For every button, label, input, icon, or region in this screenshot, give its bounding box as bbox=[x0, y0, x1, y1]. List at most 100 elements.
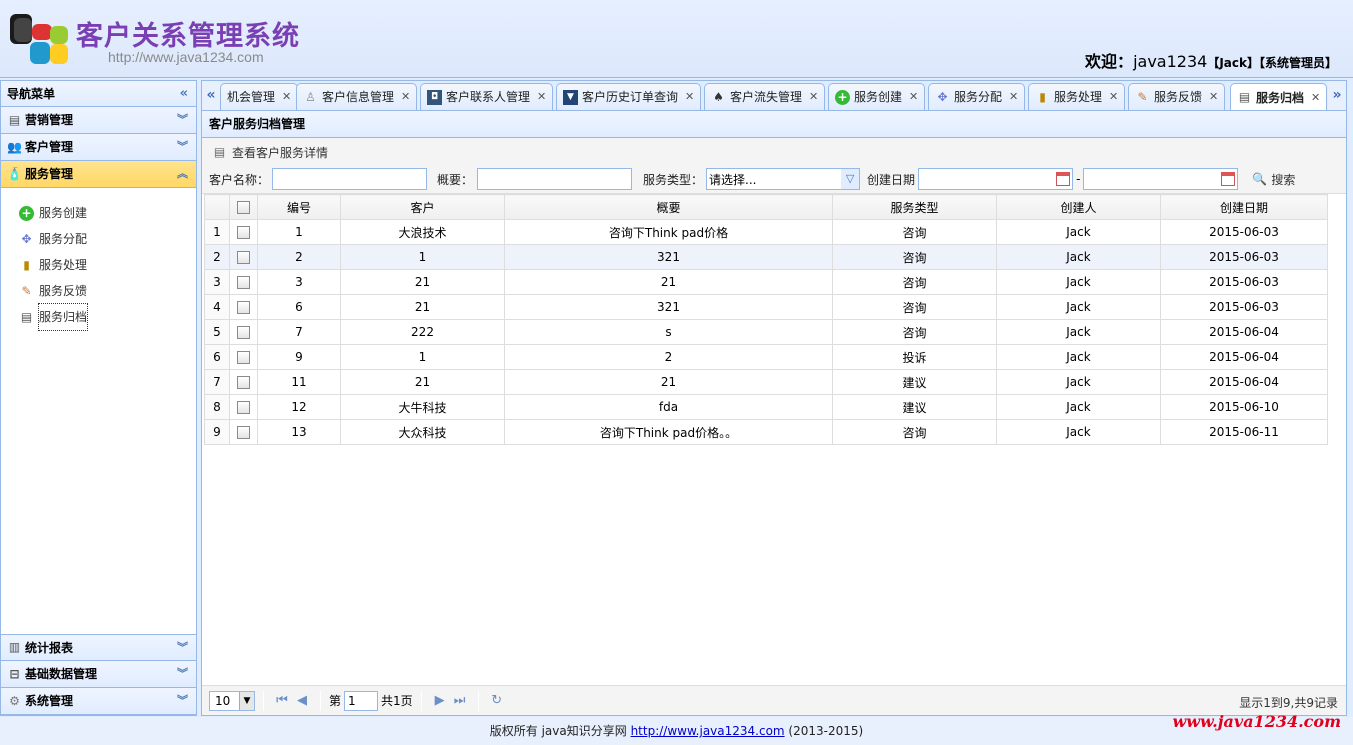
tab-service-assign[interactable]: ✥ 服务分配 ✕ bbox=[928, 83, 1026, 110]
tab-customer-contact[interactable]: ◘ 客户联系人管理 ✕ bbox=[420, 83, 554, 110]
bottle-icon: ▮ bbox=[23, 257, 30, 272]
close-icon[interactable]: ✕ bbox=[809, 84, 818, 110]
row-checkbox[interactable] bbox=[229, 319, 258, 345]
menu-item-service-create[interactable]: + 服务创建 bbox=[1, 200, 196, 226]
row-checkbox[interactable] bbox=[229, 394, 258, 420]
refresh-icon[interactable]: ↻ bbox=[487, 693, 507, 708]
calendar-icon[interactable] bbox=[1221, 172, 1236, 186]
close-icon[interactable]: ✕ bbox=[282, 84, 291, 110]
first-page-icon[interactable]: ⏮ bbox=[272, 693, 292, 708]
table-row[interactable]: 6 9 1 2 投诉 Jack 2015-06-04 bbox=[204, 344, 1328, 370]
chevron-down-icon[interactable]: ︾ bbox=[177, 635, 188, 661]
close-icon[interactable]: ✕ bbox=[401, 84, 410, 110]
prev-page-icon[interactable]: ◀ bbox=[292, 693, 312, 708]
cell-creator: Jack bbox=[996, 294, 1161, 320]
row-number-header bbox=[204, 194, 230, 220]
sidebar-section-marketing[interactable]: ▤ 营销管理 ︾ bbox=[1, 107, 196, 134]
sidebar-section-label: 统计报表 bbox=[25, 640, 74, 655]
view-detail-button[interactable]: ▤ 查看客户服务详情 bbox=[212, 144, 328, 161]
row-checkbox[interactable] bbox=[229, 244, 258, 270]
app-title: 客户关系管理系统 bbox=[76, 21, 300, 52]
sidebar-title-label: 导航菜单 bbox=[7, 87, 56, 101]
row-checkbox[interactable] bbox=[229, 369, 258, 395]
tab-service-feedback[interactable]: ✎ 服务反馈 ✕ bbox=[1128, 83, 1226, 110]
column-header-customer[interactable]: 客户 bbox=[340, 194, 505, 220]
column-header-date[interactable]: 创建日期 bbox=[1160, 194, 1328, 220]
tab-customer-loss[interactable]: ♠ 客户流失管理 ✕ bbox=[704, 83, 826, 110]
sidebar-section-service[interactable]: 🧴 服务管理 ︽ bbox=[1, 161, 196, 188]
close-icon[interactable]: ✕ bbox=[1109, 84, 1118, 110]
menu-item-service-feedback[interactable]: ✎ 服务反馈 bbox=[1, 278, 196, 304]
footer-link[interactable]: http://www.java1234.com bbox=[631, 724, 785, 738]
last-page-icon[interactable]: ⏭ bbox=[450, 693, 470, 708]
row-checkbox[interactable] bbox=[229, 269, 258, 295]
table-row[interactable]: 7 11 21 21 建议 Jack 2015-06-04 bbox=[204, 369, 1328, 395]
cell-summary: 21 bbox=[504, 269, 833, 295]
table-row[interactable]: 4 6 21 321 咨询 Jack 2015-06-03 bbox=[204, 294, 1328, 320]
table-row[interactable]: 3 3 21 21 咨询 Jack 2015-06-03 bbox=[204, 269, 1328, 295]
table-row[interactable]: 9 13 大众科技 咨询下Think pad价格。。 咨询 Jack 2015-… bbox=[204, 419, 1328, 445]
row-checkbox[interactable] bbox=[229, 294, 258, 320]
page-size-select[interactable]: 10 ▼ bbox=[209, 690, 255, 711]
tab-customer-info[interactable]: ♙ 客户信息管理 ✕ bbox=[296, 83, 418, 110]
chevron-down-icon[interactable]: ︾ bbox=[177, 107, 188, 133]
cell-type: 投诉 bbox=[832, 344, 997, 370]
table-row[interactable]: 2 2 1 321 咨询 Jack 2015-06-03 bbox=[204, 244, 1328, 270]
page-number-input[interactable]: 1 bbox=[344, 690, 379, 711]
date-start-input[interactable] bbox=[918, 168, 1074, 190]
search-button[interactable]: 🔍 搜索 bbox=[1252, 171, 1295, 188]
next-page-icon[interactable]: ▶ bbox=[430, 693, 450, 708]
cell-type: 建议 bbox=[832, 369, 997, 395]
collapse-left-icon[interactable]: « bbox=[180, 81, 188, 107]
service-type-select[interactable]: 请选择... ▽ bbox=[706, 168, 861, 190]
calendar-icon[interactable] bbox=[1056, 172, 1071, 186]
close-icon[interactable]: ✕ bbox=[1209, 84, 1218, 110]
column-header-creator[interactable]: 创建人 bbox=[996, 194, 1161, 220]
sidebar-section-customer[interactable]: 👥 客户管理 ︾ bbox=[1, 134, 196, 161]
tab-service-handle[interactable]: ▮ 服务处理 ✕ bbox=[1028, 83, 1126, 110]
menu-item-service-archive[interactable]: ▤ 服务归档 bbox=[1, 303, 196, 331]
column-header-type[interactable]: 服务类型 bbox=[832, 194, 997, 220]
sidebar-section-basedata[interactable]: ⊟ 基础数据管理 ︾ bbox=[1, 661, 196, 688]
close-icon[interactable]: ✕ bbox=[537, 84, 546, 110]
tab-opportunity[interactable]: 机会管理 ✕ bbox=[220, 83, 299, 110]
chevron-down-icon[interactable]: ︾ bbox=[177, 661, 188, 687]
chevron-down-icon[interactable]: ▼ bbox=[239, 691, 254, 710]
tab-scroll-left-icon[interactable]: « bbox=[202, 81, 220, 110]
tab-service-create[interactable]: + 服务创建 ✕ bbox=[828, 83, 926, 110]
close-icon[interactable]: ✕ bbox=[685, 84, 694, 110]
close-icon[interactable]: ✕ bbox=[1009, 84, 1018, 110]
table-row[interactable]: 5 7 222 s 咨询 Jack 2015-06-04 bbox=[204, 319, 1328, 345]
column-header-summary[interactable]: 概要 bbox=[504, 194, 833, 220]
chevron-down-icon[interactable]: ︾ bbox=[177, 134, 188, 160]
chevron-up-icon[interactable]: ︽ bbox=[177, 161, 188, 187]
user-role-tag: 【系统管理员】 bbox=[1258, 56, 1337, 70]
page-total: 共1页 bbox=[381, 694, 413, 708]
row-checkbox[interactable] bbox=[229, 219, 258, 245]
summary-input[interactable] bbox=[477, 168, 633, 190]
table-row[interactable]: 1 1 大浪技术 咨询下Think pad价格 咨询 Jack 2015-06-… bbox=[204, 219, 1328, 245]
sidebar-section-report[interactable]: ▥ 统计报表 ︾ bbox=[1, 634, 196, 661]
cell-type: 咨询 bbox=[832, 219, 997, 245]
column-header-id[interactable]: 编号 bbox=[257, 194, 341, 220]
cell-creator: Jack bbox=[996, 344, 1161, 370]
chevron-down-icon[interactable]: ▽ bbox=[841, 169, 860, 189]
tab-scroll-right-icon[interactable]: » bbox=[1328, 81, 1346, 110]
sidebar-section-system[interactable]: ⚙ 系统管理 ︾ bbox=[1, 688, 196, 715]
tab-service-archive[interactable]: ▤ 服务归档 ✕ bbox=[1230, 83, 1328, 111]
close-icon[interactable]: ✕ bbox=[909, 84, 918, 110]
cell-summary: 21 bbox=[504, 369, 833, 395]
row-checkbox[interactable] bbox=[229, 419, 258, 445]
menu-item-service-handle[interactable]: ▮ 服务处理 bbox=[1, 252, 196, 278]
bottle-icon: ▮ bbox=[1039, 89, 1046, 104]
select-all-checkbox[interactable] bbox=[229, 194, 258, 220]
tab-order-history[interactable]: ▼ 客户历史订单查询 ✕ bbox=[556, 83, 702, 110]
customer-name-input[interactable] bbox=[272, 168, 428, 190]
row-checkbox[interactable] bbox=[229, 344, 258, 370]
cell-id: 3 bbox=[257, 269, 341, 295]
close-icon[interactable]: ✕ bbox=[1311, 85, 1320, 111]
date-end-input[interactable] bbox=[1083, 168, 1239, 190]
table-row[interactable]: 8 12 大牛科技 fda 建议 Jack 2015-06-10 bbox=[204, 394, 1328, 420]
menu-item-service-assign[interactable]: ✥ 服务分配 bbox=[1, 226, 196, 252]
chevron-down-icon[interactable]: ︾ bbox=[177, 688, 188, 714]
